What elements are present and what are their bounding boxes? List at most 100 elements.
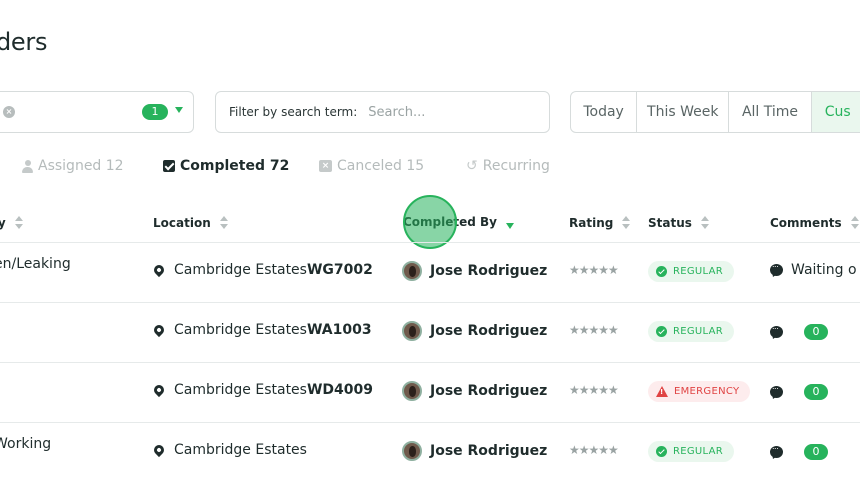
sort-icon[interactable]: [700, 214, 709, 231]
status-label: REGULAR: [673, 326, 724, 337]
tab-label: Recurring: [482, 158, 550, 174]
search-input[interactable]: [368, 104, 539, 120]
tab-recurring[interactable]: ↺ Recurring: [466, 158, 550, 174]
avatar: [402, 441, 422, 461]
comment-count-badge: 0: [804, 384, 828, 400]
comment-count-badge: 0: [804, 444, 828, 460]
completed-by-cell: Jose Rodriguez: [402, 261, 547, 281]
column-header-category[interactable]: ry: [0, 214, 23, 231]
comments-cell[interactable]: 0: [770, 442, 828, 460]
range-this-week-button[interactable]: This Week: [637, 92, 730, 132]
row-divider: [0, 302, 860, 303]
status-cell: EMERGENCY: [648, 381, 751, 402]
range-custom-button[interactable]: Cus: [811, 92, 860, 132]
tab-canceled[interactable]: × Canceled 15: [319, 158, 424, 174]
comment-count-badge: 0: [804, 324, 828, 340]
assignee-select[interactable]: × 1: [0, 91, 194, 133]
range-today-button[interactable]: Today: [571, 92, 638, 132]
status-badge: REGULAR: [648, 261, 735, 282]
clear-selection-icon[interactable]: ×: [3, 106, 15, 118]
sort-desc-icon[interactable]: [506, 223, 515, 229]
comments-cell[interactable]: 0: [770, 322, 828, 340]
check-circle-icon: [656, 326, 667, 337]
status-cell: REGULAR: [648, 321, 735, 342]
column-header-comments[interactable]: Comments: [770, 214, 859, 231]
page-title: ders: [0, 28, 48, 56]
tab-label: Completed 72: [180, 158, 290, 174]
rating-stars: ★★★★★: [569, 443, 619, 457]
status-label: REGULAR: [673, 446, 724, 457]
completed-by-cell: Jose Rodriguez: [402, 321, 547, 341]
work-order-code: WA1003: [306, 322, 372, 338]
column-label: Status: [648, 215, 692, 230]
x-box-icon: ×: [319, 160, 332, 172]
rating-stars: ★★★★★: [569, 323, 619, 337]
location-name: Cambridge Estates: [174, 382, 307, 398]
column-label: Comments: [770, 215, 842, 230]
person-icon: [22, 159, 33, 173]
check-circle-icon: [656, 266, 667, 277]
date-range-toggle: Today This Week All Time Cus: [570, 91, 860, 133]
category-cell: en/Leaking: [0, 256, 71, 272]
technician-name: Jose Rodriguez: [430, 323, 548, 339]
column-header-rating[interactable]: Rating: [569, 214, 631, 231]
tab-assigned[interactable]: Assigned 12: [22, 158, 124, 174]
work-order-code: WD4009: [306, 382, 373, 398]
sort-icon[interactable]: [219, 214, 228, 231]
click-indicator: [403, 195, 457, 249]
location-name: Cambridge Estates: [174, 322, 307, 338]
location-pin-icon: [151, 382, 167, 398]
column-label: ry: [0, 215, 6, 230]
technician-name: Jose Rodriguez: [430, 443, 548, 459]
completed-by-cell: Jose Rodriguez: [402, 441, 547, 461]
chat-icon: [770, 442, 783, 458]
status-cell: REGULAR: [648, 441, 735, 462]
status-cell: REGULAR: [648, 261, 735, 282]
comment-preview: Waiting o: [791, 262, 857, 278]
work-order-code: WG7002: [306, 262, 373, 278]
status-label: REGULAR: [673, 266, 724, 277]
location-cell: Cambridge Estates WD4009: [151, 382, 373, 398]
column-header-location[interactable]: Location: [153, 214, 228, 231]
selected-count-badge: 1: [142, 104, 168, 120]
tab-label: Assigned 12: [38, 158, 124, 174]
location-cell: Cambridge Estates: [151, 442, 307, 458]
status-label: EMERGENCY: [674, 386, 740, 397]
technician-name: Jose Rodriguez: [430, 383, 548, 399]
avatar: [402, 321, 422, 341]
tab-completed[interactable]: Completed 72: [163, 158, 289, 174]
column-header-status[interactable]: Status: [648, 214, 709, 231]
sort-icon[interactable]: [14, 214, 23, 231]
warning-icon: [656, 386, 668, 397]
row-divider: [0, 242, 860, 243]
location-cell: Cambridge Estates WA1003: [151, 322, 372, 338]
chevron-down-icon[interactable]: [175, 107, 183, 113]
avatar: [402, 381, 422, 401]
location-pin-icon: [151, 262, 167, 278]
rating-stars: ★★★★★: [569, 263, 619, 277]
recurring-icon: ↺: [466, 158, 478, 174]
range-all-time-button[interactable]: All Time: [729, 92, 812, 132]
status-badge: EMERGENCY: [648, 381, 751, 402]
completed-by-cell: Jose Rodriguez: [402, 381, 547, 401]
tab-label: Canceled 15: [337, 158, 425, 174]
technician-name: Jose Rodriguez: [430, 263, 548, 279]
comments-cell[interactable]: 0: [770, 382, 828, 400]
sort-icon[interactable]: [622, 214, 631, 231]
row-divider: [0, 362, 860, 363]
location-name: Cambridge Estates: [174, 262, 307, 278]
search-label: Filter by search term:: [229, 105, 358, 119]
column-label: Rating: [569, 215, 614, 230]
avatar: [402, 261, 422, 281]
chat-icon: [770, 382, 783, 398]
location-cell: Cambridge Estates WG7002: [151, 262, 373, 278]
location-name: Cambridge Estates: [174, 442, 307, 458]
location-pin-icon: [151, 442, 167, 458]
rating-stars: ★★★★★: [569, 383, 619, 397]
column-label: Location: [153, 215, 211, 230]
search-filter: Filter by search term:: [215, 91, 550, 133]
check-circle-icon: [656, 446, 667, 457]
status-badge: REGULAR: [648, 441, 735, 462]
comments-cell[interactable]: Waiting o: [770, 260, 857, 278]
sort-icon[interactable]: [850, 214, 859, 231]
